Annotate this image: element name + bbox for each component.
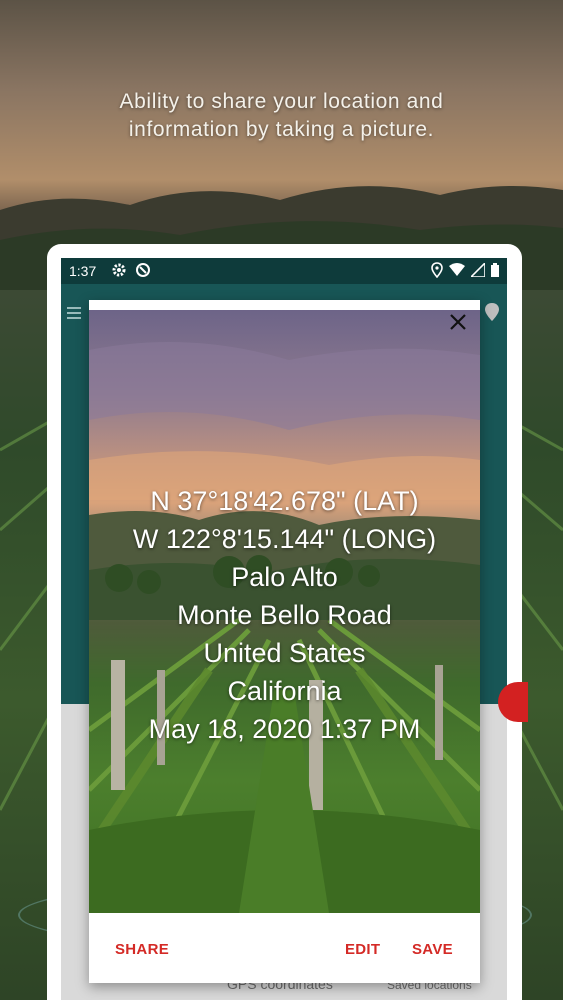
- state-text: California: [227, 676, 342, 706]
- close-icon: [450, 314, 466, 330]
- location-icon: [431, 262, 443, 281]
- battery-icon: [491, 263, 499, 280]
- share-button[interactable]: SHARE: [115, 941, 169, 958]
- signal-icon: [469, 261, 486, 280]
- save-button[interactable]: SAVE: [412, 941, 453, 958]
- promo-line-1: Ability to share your location and: [119, 90, 444, 113]
- location-photo: N 37°18'42.678" (LAT) W 122°8'15.144" (L…: [89, 310, 480, 913]
- close-button[interactable]: [444, 308, 472, 336]
- promo-line-2: information by taking a picture.: [128, 118, 435, 141]
- longitude-text: W 122°8'15.144" (LONG): [132, 524, 437, 554]
- country-text: United States: [203, 638, 366, 668]
- location-info-overlay: N 37°18'42.678" (LAT) W 122°8'15.144" (L…: [89, 482, 480, 748]
- wifi-icon: [449, 263, 465, 280]
- settings-icon: [111, 262, 127, 281]
- datetime-text: May 18, 2020 1:37 PM: [148, 714, 421, 744]
- map-pin-icon[interactable]: [484, 302, 500, 327]
- promo-caption: Ability to share your location and infor…: [0, 88, 563, 144]
- edit-button[interactable]: EDIT: [345, 941, 380, 958]
- dialog-actions: SHARE EDIT SAVE: [89, 913, 480, 983]
- city-text: Palo Alto: [231, 562, 338, 592]
- status-time: 1:37: [69, 263, 97, 279]
- latitude-text: N 37°18'42.678" (LAT): [150, 486, 419, 516]
- share-photo-dialog: N 37°18'42.678" (LAT) W 122°8'15.144" (L…: [89, 300, 480, 983]
- menu-icon[interactable]: [67, 306, 81, 324]
- data-saver-icon: [135, 262, 151, 281]
- street-text: Monte Bello Road: [177, 600, 392, 630]
- status-bar: 1:37: [61, 258, 507, 284]
